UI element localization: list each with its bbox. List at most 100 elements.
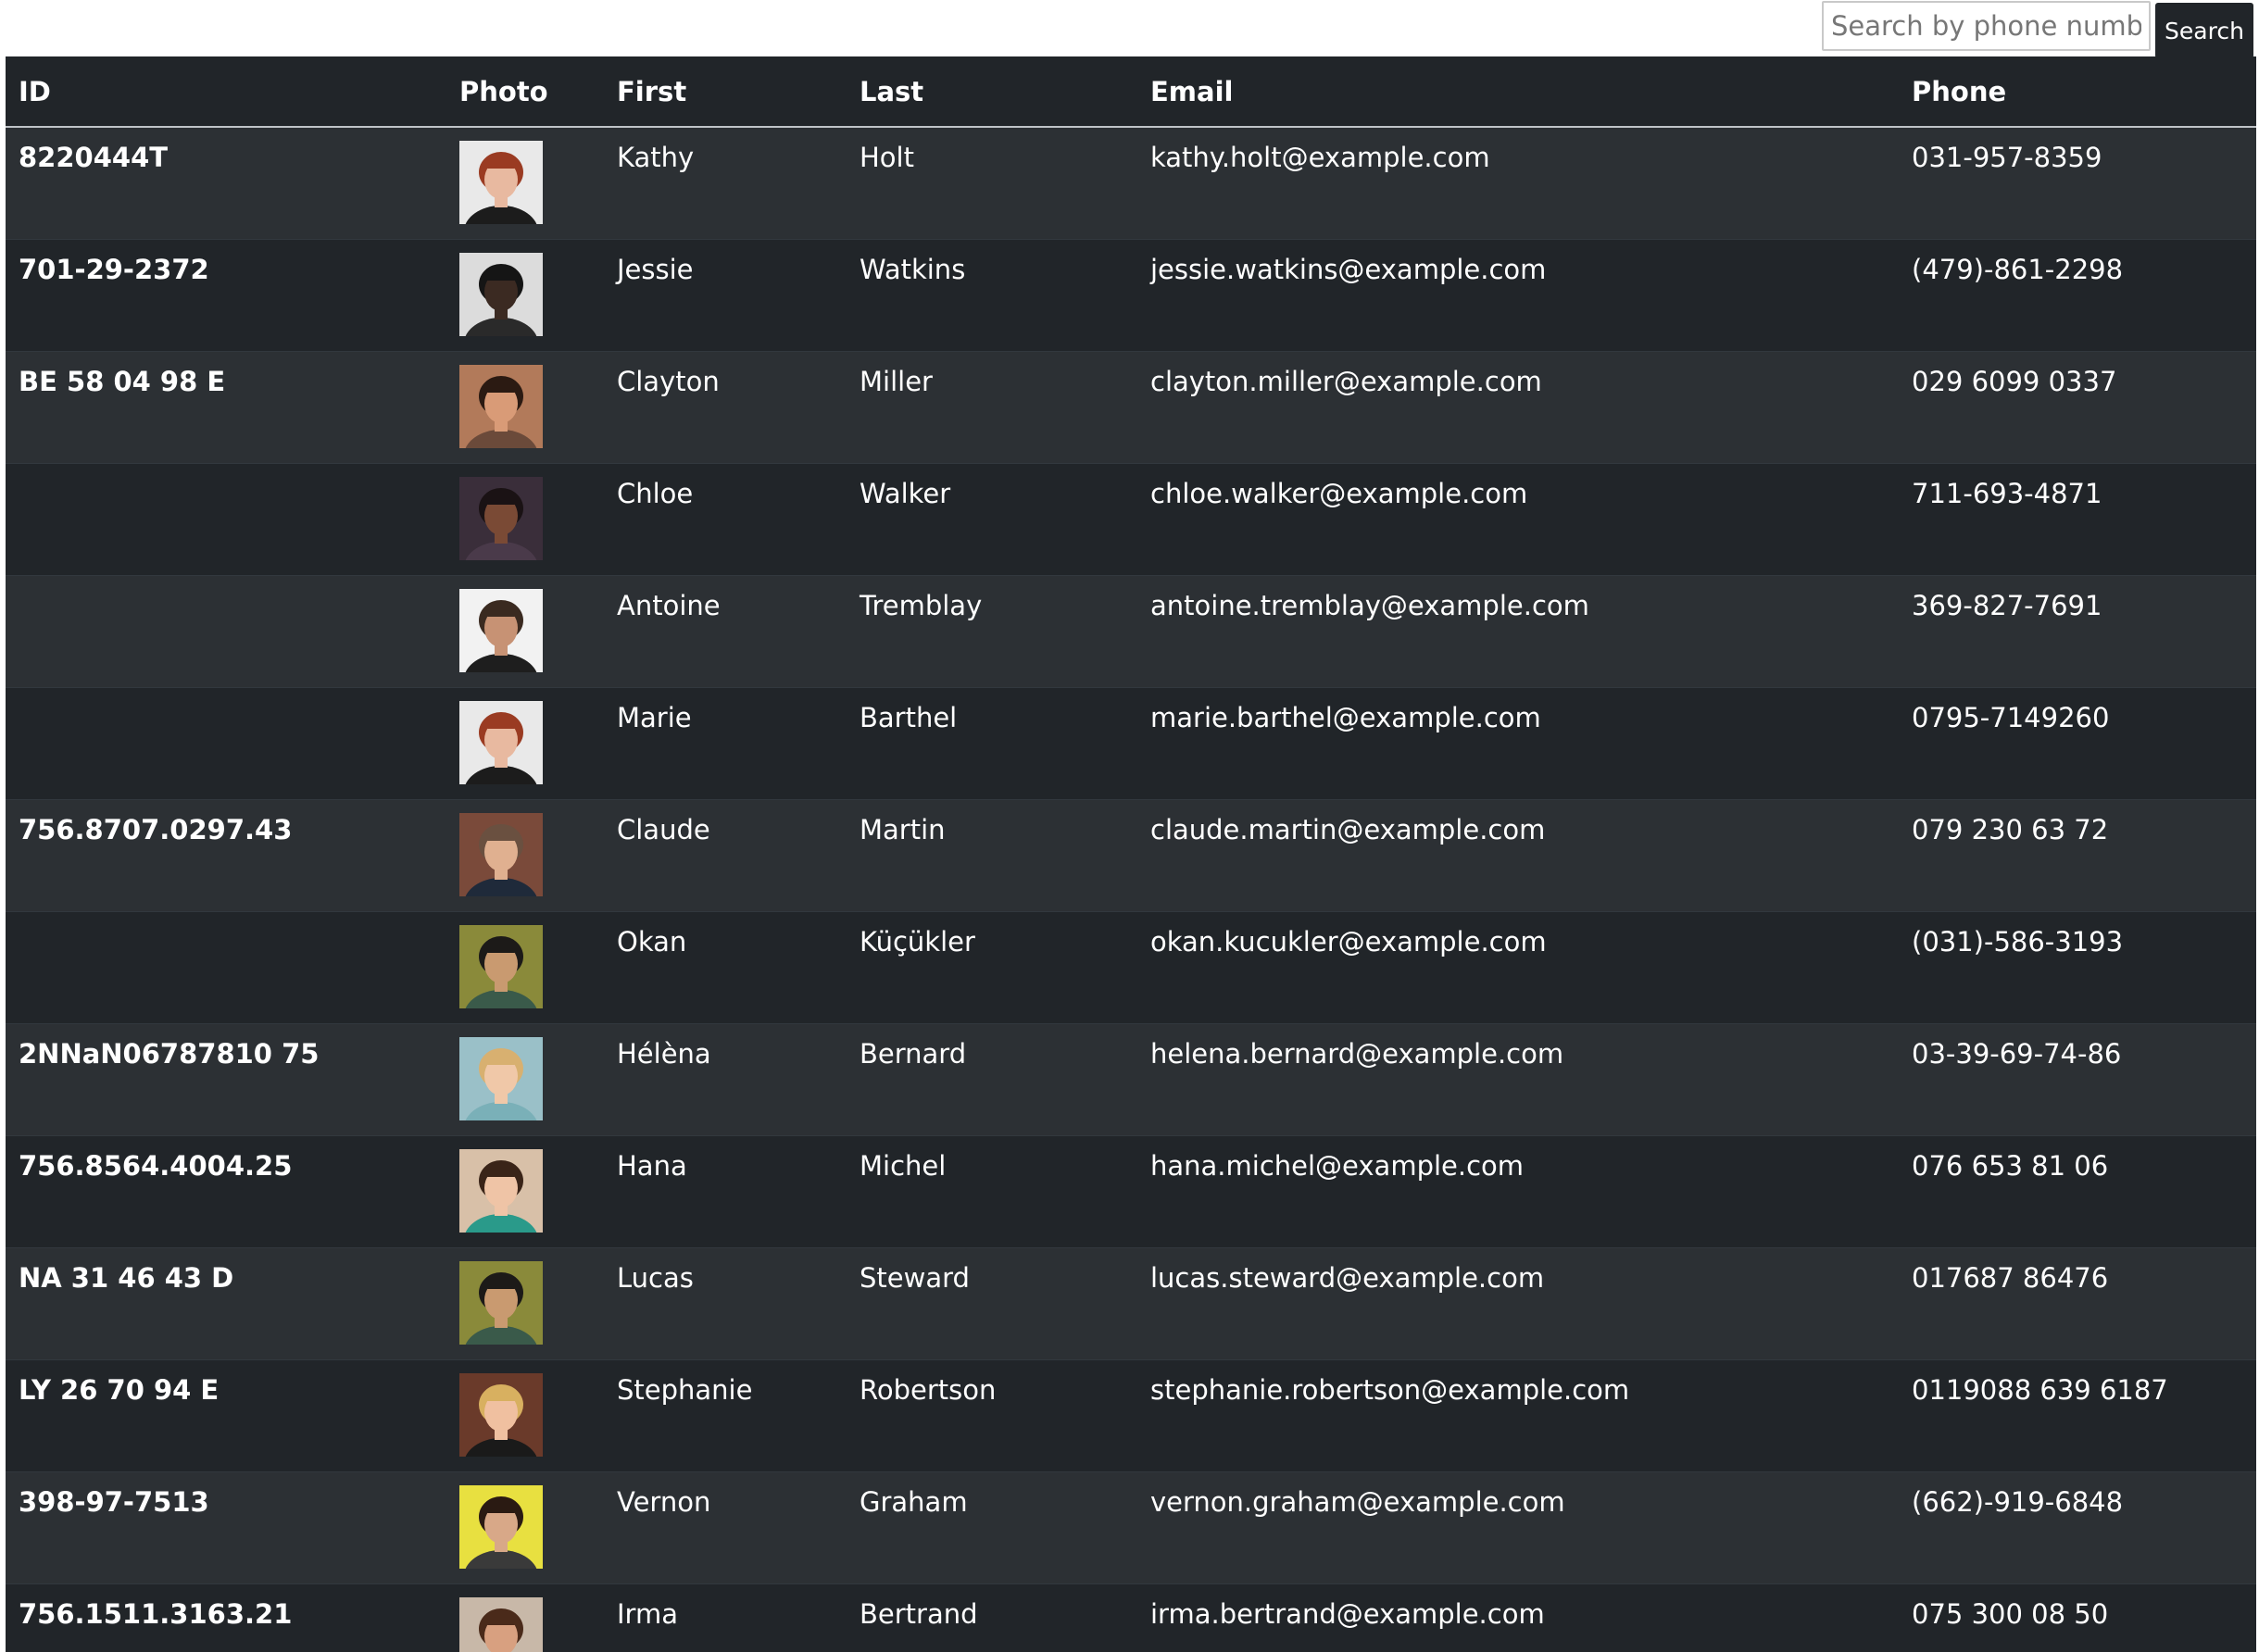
avatar[interactable]: [459, 1372, 543, 1457]
cell-email: chloe.walker@example.com: [1137, 462, 1899, 575]
cell-phone: 075 300 08 50: [1899, 1583, 2256, 1652]
cell-photo: [446, 686, 604, 799]
cell-id: [6, 686, 446, 799]
avatar[interactable]: [459, 1484, 543, 1569]
cell-id: 756.8564.4004.25: [6, 1134, 446, 1247]
avatar[interactable]: [459, 364, 543, 448]
cell-last-name: Martin: [847, 798, 1137, 911]
cell-last-name: Holt: [847, 126, 1137, 239]
table-row[interactable]: BE 58 04 98 E Clayton Miller clayton.miller…: [6, 350, 2256, 463]
cell-last-name: Graham: [847, 1471, 1137, 1583]
cell-id: BE 58 04 98 E: [6, 350, 446, 463]
avatar-portrait: [459, 364, 543, 448]
cell-phone: 079 230 63 72: [1899, 798, 2256, 911]
cell-first-name: Antoine: [604, 574, 847, 687]
cell-email: lucas.steward@example.com: [1137, 1246, 1899, 1359]
cell-email: jessie.watkins@example.com: [1137, 238, 1899, 351]
cell-first-name: Hélèna: [604, 1022, 847, 1135]
cell-phone: 0119088 639 6187: [1899, 1358, 2256, 1471]
table-row[interactable]: 701-29-2372 Jessie Watkins jessie.watkins@e…: [6, 238, 2256, 351]
cell-last-name: Bernard: [847, 1022, 1137, 1135]
cell-first-name: Lucas: [604, 1246, 847, 1359]
cell-first-name: Clayton: [604, 350, 847, 463]
cell-last-name: Michel: [847, 1134, 1137, 1247]
cell-photo: [446, 238, 604, 351]
avatar-portrait: [459, 1596, 543, 1652]
cell-email: helena.bernard@example.com: [1137, 1022, 1899, 1135]
cell-photo: [446, 1246, 604, 1359]
cell-id: 2NNaN06787810 75: [6, 1022, 446, 1135]
cell-last-name: Bertrand: [847, 1583, 1137, 1652]
table-row[interactable]: LY 26 70 94 E Stephanie Robertson stephanie…: [6, 1358, 2256, 1471]
cell-email: kathy.holt@example.com: [1137, 126, 1899, 239]
top-bar: Search: [0, 0, 2259, 58]
table-row[interactable]: NA 31 46 43 D Lucas Steward lucas.steward@e…: [6, 1246, 2256, 1359]
cell-phone: 369-827-7691: [1899, 574, 2256, 687]
column-header-email[interactable]: Email: [1137, 56, 1899, 128]
avatar[interactable]: [459, 700, 543, 784]
users-table-container: ID Photo First Last Email Phone 8220444T…: [6, 56, 2256, 1652]
cell-id: [6, 574, 446, 687]
cell-photo: [446, 126, 604, 239]
cell-phone: 03-39-69-74-86: [1899, 1022, 2256, 1135]
cell-id: 756.1511.3163.21: [6, 1583, 446, 1652]
avatar[interactable]: [459, 1596, 543, 1652]
table-row[interactable]: Antoine Tremblay antoine.tremblay@example.…: [6, 574, 2256, 687]
column-header-phone[interactable]: Phone: [1899, 56, 2256, 128]
avatar[interactable]: [459, 812, 543, 896]
cell-phone: 029 6099 0337: [1899, 350, 2256, 463]
cell-email: clayton.miller@example.com: [1137, 350, 1899, 463]
cell-photo: [446, 1134, 604, 1247]
cell-email: okan.kucukler@example.com: [1137, 910, 1899, 1023]
phone-search-input[interactable]: [1822, 1, 2151, 51]
avatar[interactable]: [459, 252, 543, 336]
column-header-photo[interactable]: Photo: [446, 56, 604, 128]
cell-first-name: Claude: [604, 798, 847, 911]
cell-id: 756.8707.0297.43: [6, 798, 446, 911]
avatar[interactable]: [459, 1148, 543, 1233]
column-header-id[interactable]: ID: [6, 56, 446, 128]
avatar[interactable]: [459, 141, 543, 224]
avatar-portrait: [459, 1260, 543, 1345]
table-row[interactable]: 2NNaN06787810 75 Hélèna Bernard helena.bern…: [6, 1022, 2256, 1135]
cell-id: [6, 462, 446, 575]
table-row[interactable]: 398-97-7513 Vernon Graham vernon.graham@exa…: [6, 1471, 2256, 1583]
table-row[interactable]: 756.1511.3163.21 Irma Bertrand irma.bertran…: [6, 1583, 2256, 1652]
cell-first-name: Hana: [604, 1134, 847, 1247]
cell-first-name: Marie: [604, 686, 847, 799]
cell-last-name: Tremblay: [847, 574, 1137, 687]
avatar[interactable]: [459, 924, 543, 1008]
cell-id: NA 31 46 43 D: [6, 1246, 446, 1359]
cell-last-name: Walker: [847, 462, 1137, 575]
search-button[interactable]: Search: [2155, 3, 2253, 58]
cell-phone: 017687 86476: [1899, 1246, 2256, 1359]
cell-phone: 0795-7149260: [1899, 686, 2256, 799]
table-row[interactable]: Okan Küçükler okan.kucukler@example.com (03…: [6, 910, 2256, 1023]
cell-first-name: Irma: [604, 1583, 847, 1652]
cell-phone: (479)-861-2298: [1899, 238, 2256, 351]
table-row[interactable]: 8220444T Kathy Holt kathy.holt@example.com 0…: [6, 126, 2256, 239]
cell-id: 8220444T: [6, 126, 446, 239]
cell-id: [6, 910, 446, 1023]
cell-last-name: Barthel: [847, 686, 1137, 799]
avatar[interactable]: [459, 476, 543, 560]
avatar[interactable]: [459, 588, 543, 672]
cell-first-name: Kathy: [604, 126, 847, 239]
column-header-first[interactable]: First: [604, 56, 847, 128]
cell-photo: [446, 1583, 604, 1652]
cell-photo: [446, 462, 604, 575]
cell-first-name: Okan: [604, 910, 847, 1023]
cell-last-name: Miller: [847, 350, 1137, 463]
cell-phone: 076 653 81 06: [1899, 1134, 2256, 1247]
cell-phone: (031)-586-3193: [1899, 910, 2256, 1023]
table-row[interactable]: 756.8564.4004.25 Hana Michel hana.michel@ex…: [6, 1134, 2256, 1247]
table-row[interactable]: Marie Barthel marie.barthel@example.com 079…: [6, 686, 2256, 799]
cell-phone: 031-957-8359: [1899, 126, 2256, 239]
avatar[interactable]: [459, 1036, 543, 1120]
table-row[interactable]: Chloe Walker chloe.walker@example.com 711-6…: [6, 462, 2256, 575]
avatar[interactable]: [459, 1260, 543, 1345]
cell-id: 701-29-2372: [6, 238, 446, 351]
table-row[interactable]: 756.8707.0297.43 Claude Martin claude.marti…: [6, 798, 2256, 911]
column-header-last[interactable]: Last: [847, 56, 1137, 128]
header-row: ID Photo First Last Email Phone: [6, 56, 2256, 128]
